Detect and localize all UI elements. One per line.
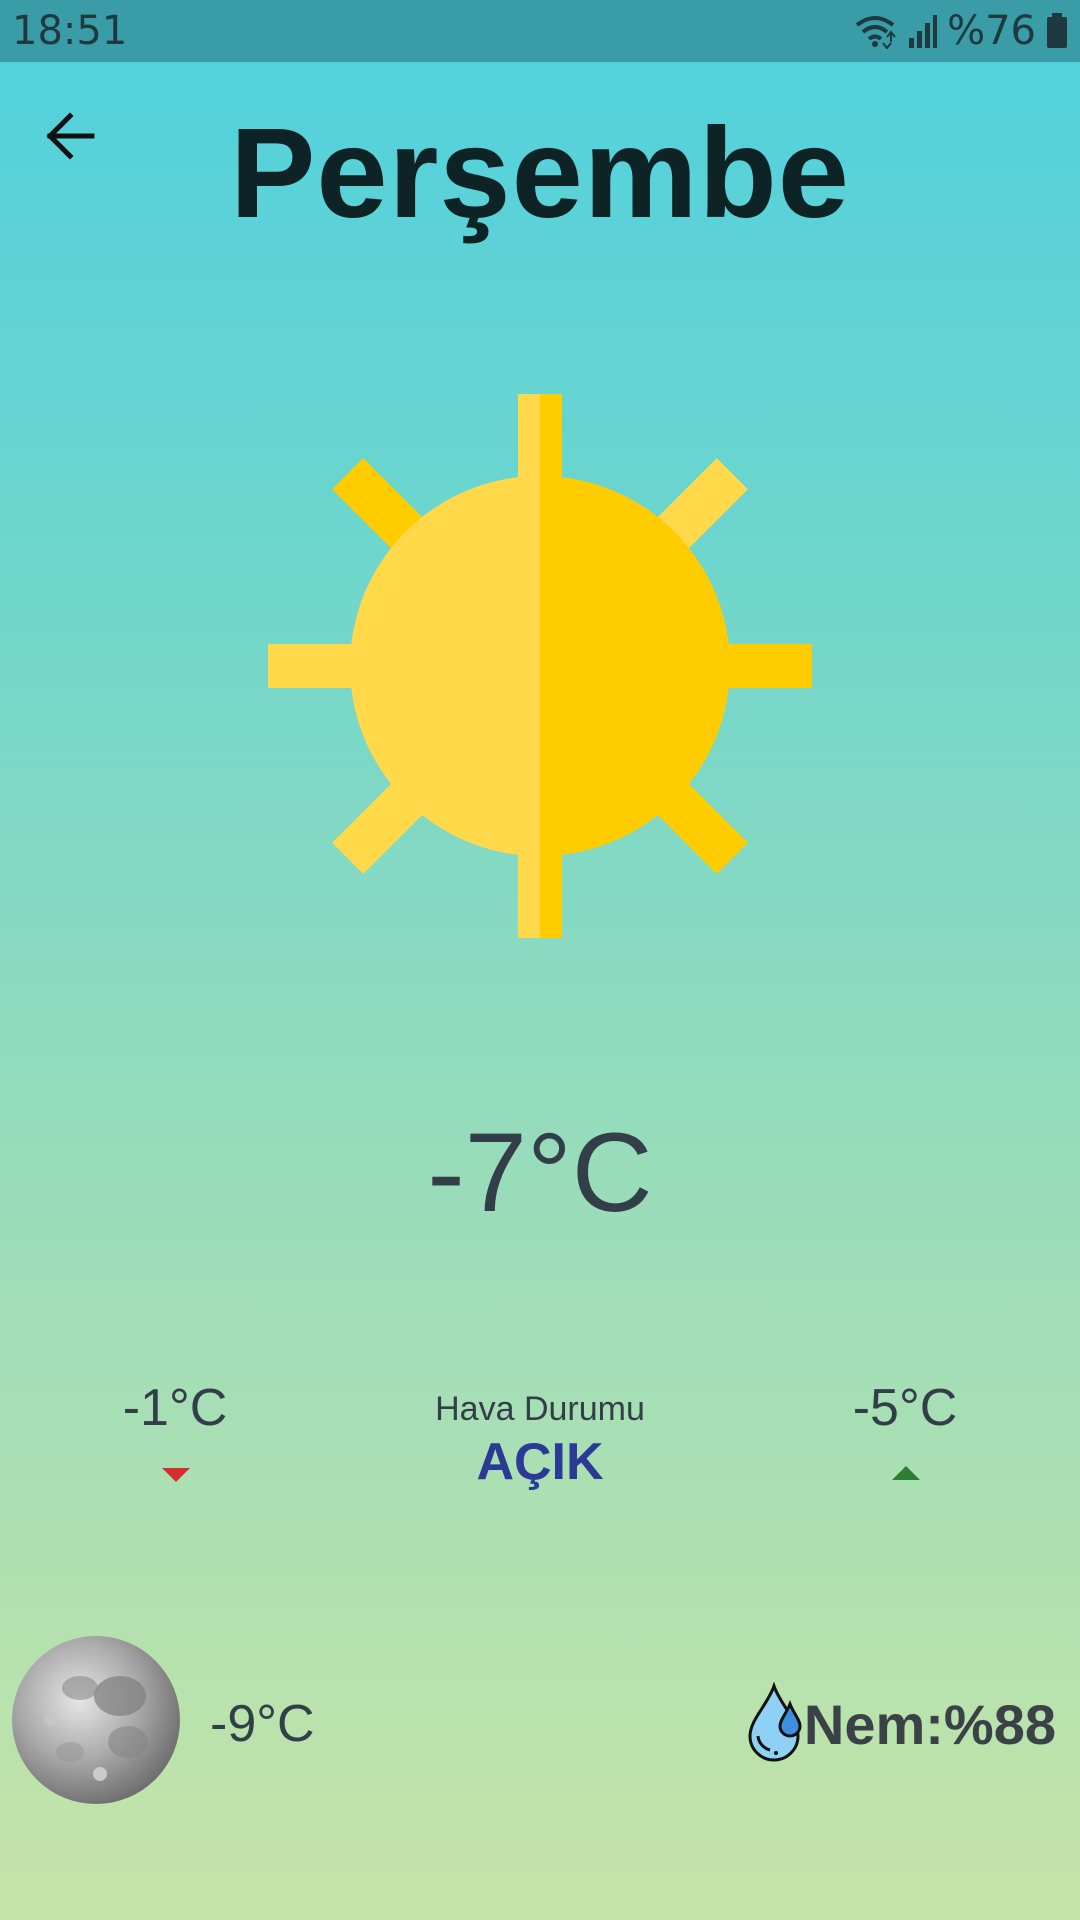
status-icons: %76 <box>853 6 1068 56</box>
moon-icon <box>10 1634 182 1806</box>
wifi-icon <box>853 13 897 49</box>
sun-icon <box>268 394 812 938</box>
current-temperature: -7°C <box>427 1110 653 1235</box>
weather-label: Hava Durumu <box>435 1390 645 1428</box>
water-drop-icon <box>744 1681 808 1762</box>
battery-percent: %76 <box>947 8 1036 54</box>
status-bar: 18:51 %76 <box>0 0 1080 62</box>
day-title: Perşembe <box>230 102 850 245</box>
signal-icon <box>907 14 938 48</box>
battery-icon <box>1046 13 1068 49</box>
humidity-value: Nem:%88 <box>803 1693 1056 1756</box>
arrow-up-icon <box>892 1466 920 1480</box>
arrow-down-icon <box>162 1468 190 1482</box>
status-time: 18:51 <box>12 8 128 54</box>
low-temperature: -1°C <box>122 1379 228 1437</box>
weather-condition: AÇIK <box>476 1433 604 1491</box>
high-temperature: -5°C <box>852 1379 958 1437</box>
night-temperature: -9°C <box>210 1695 315 1753</box>
